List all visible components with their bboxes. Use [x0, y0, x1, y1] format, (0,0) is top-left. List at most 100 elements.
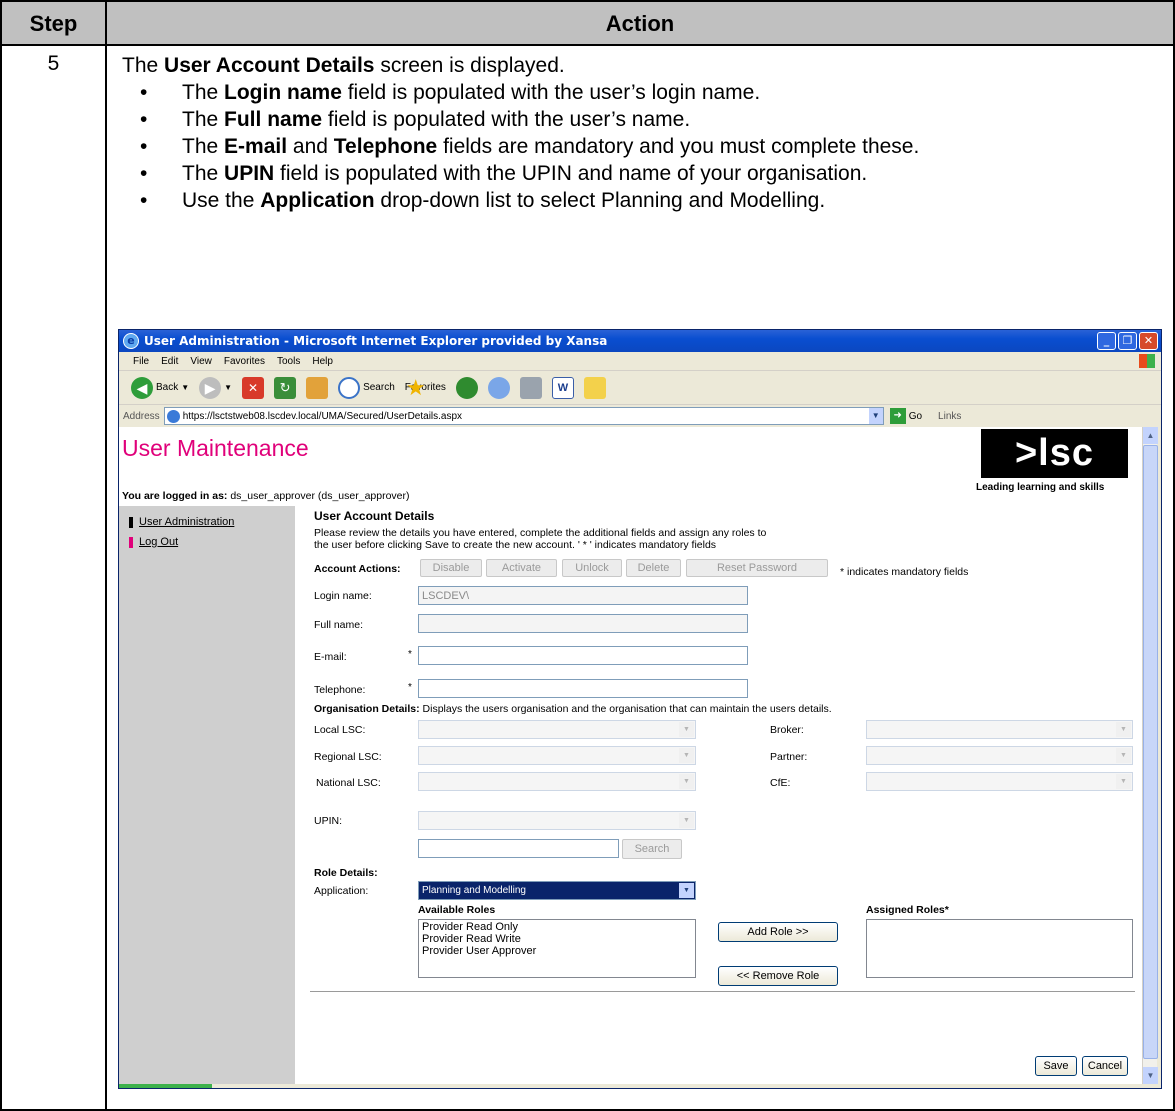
- disable-button[interactable]: Disable: [420, 559, 482, 577]
- print-icon[interactable]: [519, 376, 542, 399]
- column-divider: [105, 2, 107, 1109]
- add-role-button[interactable]: Add Role >>: [718, 922, 838, 942]
- upin-select[interactable]: ▼: [418, 811, 696, 830]
- national-lsc-select[interactable]: ▼: [418, 772, 696, 791]
- partner-label: Partner:: [770, 751, 808, 763]
- maximize-button[interactable]: ❐: [1118, 332, 1137, 350]
- menu-edit[interactable]: Edit: [161, 356, 178, 367]
- forward-button[interactable]: ▶ ▼: [199, 376, 233, 399]
- assigned-roles-label: Assigned Roles*: [866, 904, 949, 916]
- table-header-row: Step Action: [2, 2, 1173, 46]
- menu-favorites[interactable]: Favorites: [224, 356, 265, 367]
- instructions-intro: The User Account Details screen is displ…: [122, 54, 565, 77]
- chevron-down-icon: ▼: [1116, 748, 1131, 763]
- cancel-button[interactable]: Cancel: [1082, 1056, 1128, 1076]
- login-name-field[interactable]: LSCDEV\: [418, 586, 748, 605]
- go-button[interactable]: ➜ Go: [889, 408, 922, 424]
- step-column-header: Step: [29, 11, 78, 36]
- mail-icon[interactable]: [487, 376, 510, 399]
- divider: [310, 991, 1135, 992]
- chevron-down-icon: ▼: [679, 748, 694, 763]
- search-button[interactable]: Search: [338, 376, 395, 399]
- unlock-button[interactable]: Unlock: [562, 559, 622, 577]
- word-icon[interactable]: W: [551, 376, 574, 399]
- list-item[interactable]: Provider Read Write: [422, 933, 692, 945]
- scroll-thumb[interactable]: [1143, 445, 1158, 1059]
- upin-label: UPIN:: [314, 815, 343, 827]
- login-name-label: Login name:: [314, 590, 372, 602]
- activate-button[interactable]: Activate: [486, 559, 557, 577]
- home-icon[interactable]: [306, 376, 329, 399]
- logged-in-status: You are logged in as: ds_user_approver (…: [122, 490, 410, 502]
- nav-item-user-administration[interactable]: User Administration: [129, 516, 234, 528]
- account-actions-label: Account Actions:: [314, 563, 401, 575]
- available-roles-list[interactable]: Provider Read Only Provider Read Write P…: [418, 919, 696, 978]
- scroll-down-icon[interactable]: ▼: [1143, 1067, 1158, 1084]
- menu-view[interactable]: View: [190, 356, 212, 367]
- scroll-up-icon[interactable]: ▲: [1143, 427, 1158, 444]
- broker-select[interactable]: ▼: [866, 720, 1133, 739]
- status-bar: [119, 1084, 1161, 1088]
- regional-lsc-select[interactable]: ▼: [418, 746, 696, 765]
- available-roles-label: Available Roles: [418, 904, 496, 916]
- save-button[interactable]: Save: [1035, 1056, 1077, 1076]
- remove-role-button[interactable]: << Remove Role: [718, 966, 838, 986]
- chevron-down-icon: ▼: [679, 883, 694, 898]
- list-item: The UPIN field is populated with the UPI…: [122, 160, 1162, 187]
- chevron-down-icon: ▼: [181, 383, 190, 392]
- nav-item-log-out[interactable]: Log Out: [129, 536, 178, 548]
- left-nav: User Administration Log Out: [119, 506, 295, 1084]
- full-name-field[interactable]: [418, 614, 748, 633]
- reset-password-button[interactable]: Reset Password: [686, 559, 828, 577]
- upin-search-input[interactable]: [418, 839, 619, 858]
- required-marker: *: [408, 649, 412, 660]
- assigned-roles-list[interactable]: [866, 919, 1133, 978]
- lsc-logo: >lsc: [981, 429, 1128, 478]
- go-arrow-icon: ➜: [889, 408, 906, 424]
- address-label: Address: [123, 410, 160, 422]
- email-field[interactable]: [418, 646, 748, 665]
- back-arrow-icon: ◀: [131, 376, 153, 399]
- close-button[interactable]: ✕: [1139, 332, 1158, 350]
- stop-icon[interactable]: ✕: [242, 376, 265, 399]
- telephone-field[interactable]: [418, 679, 748, 698]
- cfe-select[interactable]: ▼: [866, 772, 1133, 791]
- form-intro: Please review the details you have enter…: [314, 527, 767, 551]
- broker-label: Broker:: [770, 724, 804, 736]
- upin-search-button[interactable]: Search: [622, 839, 682, 859]
- chevron-down-icon: ▼: [224, 383, 233, 392]
- address-input[interactable]: https://lsctstweb08.lscdev.local/UMA/Sec…: [163, 407, 884, 425]
- links-toolbar[interactable]: Links: [938, 411, 961, 422]
- list-item: Use the Application drop-down list to se…: [122, 187, 1162, 214]
- forward-arrow-icon: ▶: [199, 376, 222, 399]
- minimize-button[interactable]: _: [1097, 332, 1116, 350]
- instructions: The User Account Details screen is displ…: [122, 52, 1162, 214]
- role-details-label: Role Details:: [314, 867, 378, 879]
- back-button[interactable]: ◀ Back ▼: [131, 376, 190, 399]
- address-url: https://lsctstweb08.lscdev.local/UMA/Sec…: [182, 410, 463, 422]
- chevron-down-icon: ▼: [679, 774, 694, 789]
- chevron-down-icon: ▼: [679, 722, 694, 737]
- action-column-header: Action: [605, 11, 675, 36]
- media-icon[interactable]: [455, 376, 478, 399]
- step-number: 5: [47, 52, 60, 75]
- favorites-button[interactable]: ★ Favorites: [405, 376, 446, 398]
- full-name-label: Full name:: [314, 619, 364, 631]
- delete-button[interactable]: Delete: [626, 559, 681, 577]
- menu-file[interactable]: File: [133, 356, 149, 367]
- partner-select[interactable]: ▼: [866, 746, 1133, 765]
- vertical-scrollbar[interactable]: ▲ ▼: [1142, 427, 1158, 1084]
- list-item[interactable]: Provider User Approver: [422, 945, 692, 957]
- menu-help[interactable]: Help: [312, 356, 333, 367]
- window-title: User Administration - Microsoft Internet…: [144, 334, 608, 348]
- chevron-down-icon[interactable]: ▼: [868, 408, 883, 424]
- chevron-down-icon: ▼: [679, 813, 694, 828]
- chevron-down-icon: ▼: [1116, 774, 1131, 789]
- application-select[interactable]: Planning and Modelling ▼: [418, 881, 696, 900]
- list-item[interactable]: Provider Read Only: [422, 921, 692, 933]
- local-lsc-select[interactable]: ▼: [418, 720, 696, 739]
- folder-icon[interactable]: [583, 376, 606, 399]
- menu-tools[interactable]: Tools: [277, 356, 300, 367]
- refresh-icon[interactable]: ↻: [274, 376, 297, 399]
- cfe-label: CfE:: [770, 777, 791, 789]
